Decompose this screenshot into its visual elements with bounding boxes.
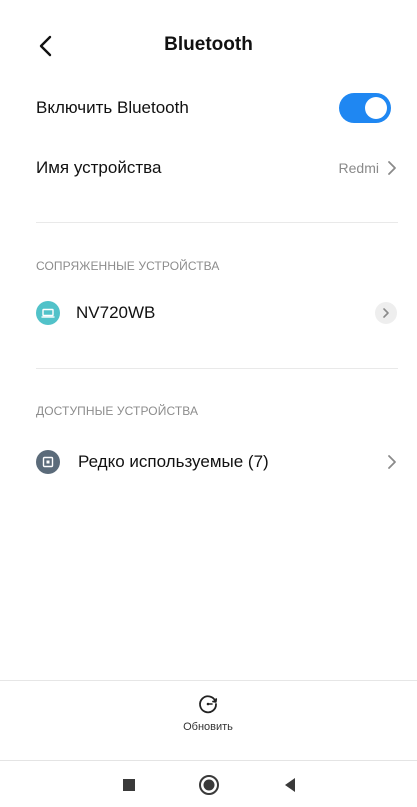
available-device-name: Редко используемые (7) xyxy=(78,452,269,471)
bottom-divider xyxy=(0,680,417,681)
refresh-icon xyxy=(199,695,218,714)
system-navigation-bar xyxy=(0,760,417,807)
laptop-icon xyxy=(36,301,60,325)
page-title: Bluetooth xyxy=(164,34,253,55)
refresh-label: Обновить xyxy=(183,721,233,733)
bluetooth-toggle-row[interactable]: Включить Bluetooth xyxy=(0,86,417,130)
paired-device-name: NV720WB xyxy=(76,303,156,322)
device-group-icon xyxy=(36,450,60,474)
paired-section-title: СОПРЯЖЕННЫЕ УСТРОЙСТВА xyxy=(36,259,220,273)
back-triangle-icon xyxy=(285,777,295,792)
home-button[interactable] xyxy=(185,761,233,807)
paired-device-row[interactable]: NV720WB xyxy=(0,291,417,335)
refresh-button[interactable]: Обновить xyxy=(158,692,258,748)
device-name-row[interactable]: Имя устройства Redmi xyxy=(0,146,417,190)
device-name-value-group: Redmi xyxy=(339,160,397,176)
device-name-label: Имя устройства xyxy=(36,158,162,177)
chevron-right-icon xyxy=(383,308,389,318)
chevron-right-icon xyxy=(388,161,396,175)
back-nav-button[interactable] xyxy=(266,761,314,807)
recent-apps-button[interactable] xyxy=(105,761,153,807)
available-section-title: ДОСТУПНЫЕ УСТРОЙСТВА xyxy=(36,404,199,418)
available-device-row[interactable]: Редко используемые (7) xyxy=(0,440,417,484)
home-circle-icon xyxy=(199,774,219,795)
bluetooth-toggle-switch[interactable] xyxy=(339,93,391,123)
device-name-value: Redmi xyxy=(338,160,379,176)
bluetooth-settings-screen: Bluetooth Включить Bluetooth Имя устройс… xyxy=(0,0,417,807)
header: Bluetooth xyxy=(0,20,417,72)
chevron-right-icon xyxy=(388,455,396,469)
divider xyxy=(36,222,398,223)
square-icon xyxy=(123,778,135,791)
device-details-button[interactable] xyxy=(375,302,397,324)
bluetooth-toggle-label: Включить Bluetooth xyxy=(36,98,189,117)
divider xyxy=(36,368,398,369)
toggle-knob xyxy=(365,97,387,119)
